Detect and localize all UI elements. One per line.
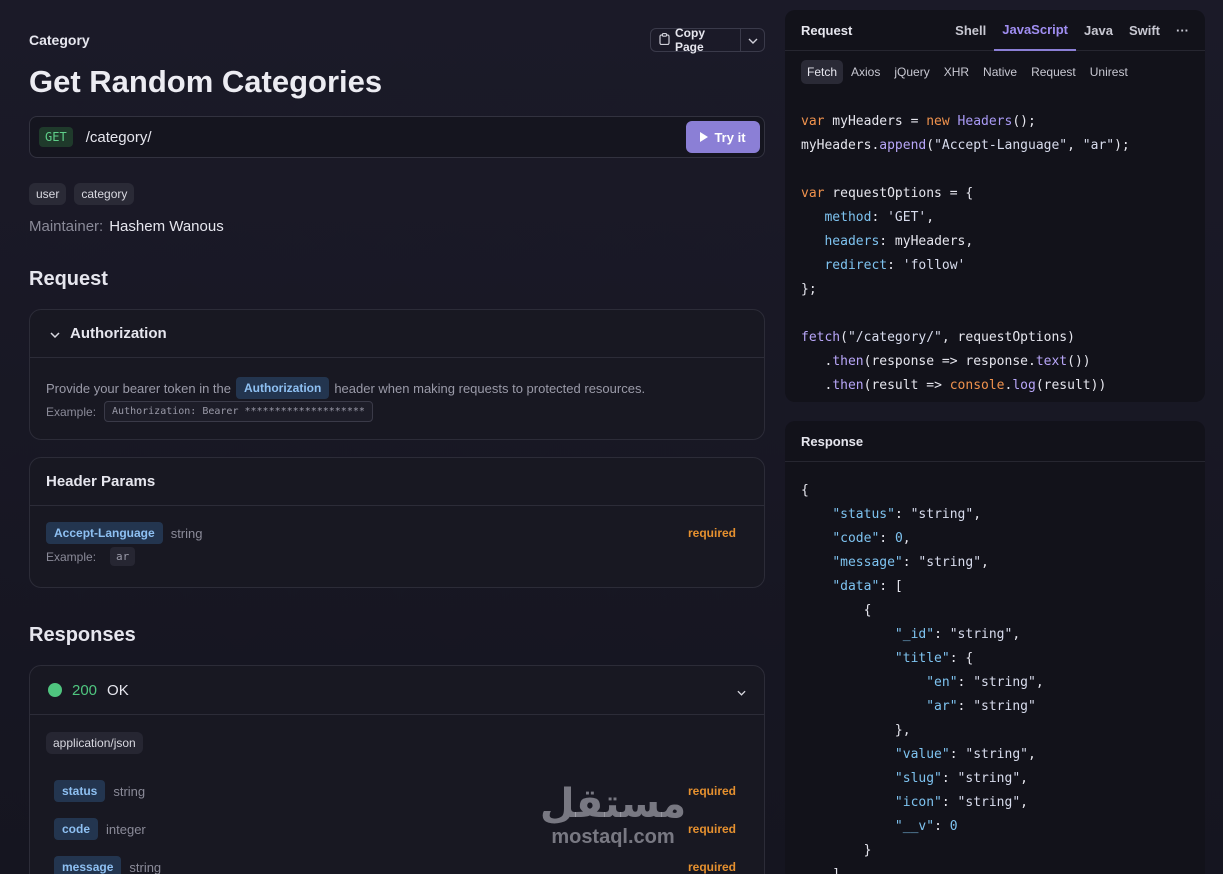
tab-java[interactable]: Java <box>1076 10 1121 51</box>
copy-page-button[interactable]: Copy Page <box>650 26 765 54</box>
param-example: Example: ar <box>46 547 136 566</box>
authorization-header[interactable]: Authorization <box>30 310 764 358</box>
request-code-snippet: var myHeaders = new Headers(); myHeaders… <box>801 114 1130 393</box>
tab-javascript[interactable]: JavaScript <box>994 10 1077 51</box>
required-badge: required <box>687 860 736 874</box>
chevron-down-icon <box>50 325 60 342</box>
play-icon <box>700 130 709 145</box>
copy-page-dropdown[interactable] <box>741 29 764 51</box>
field-type: string <box>113 783 146 799</box>
category-label: Category <box>29 32 90 48</box>
request-section-title: Request <box>29 268 108 290</box>
more-icon[interactable]: ··· <box>1168 10 1197 51</box>
request-code-panel: Request Shell JavaScript Java Swift ··· … <box>785 10 1205 402</box>
watermark-latin: mostaql.com <box>551 826 675 848</box>
endpoint-bar: GET /category/ Try it <box>29 116 765 158</box>
field-name: message <box>54 856 122 874</box>
lib-tab-native[interactable]: Native <box>977 60 1023 84</box>
chevron-down-icon <box>737 683 746 700</box>
lib-tab-request[interactable]: Request <box>1025 60 1082 84</box>
code-sidebar: Request Shell JavaScript Java Swift ··· … <box>785 0 1205 874</box>
authorization-description: Provide your bearer token in the Authori… <box>46 377 645 399</box>
response-json-example: { "status": "string", "code": 0, "messag… <box>801 483 1044 874</box>
authorization-card: Authorization Provide your bearer token … <box>29 309 765 440</box>
lib-tab-jquery[interactable]: jQuery <box>888 60 935 84</box>
param-example-value: ar <box>110 547 136 566</box>
param-type: string <box>170 525 203 541</box>
content-type-chip[interactable]: application/json <box>46 732 143 754</box>
response-panel-header: Response <box>785 421 1205 462</box>
endpoint-path: /category/ <box>85 128 152 146</box>
copy-page-label: Copy Page <box>675 26 705 54</box>
response-field-row: message string required <box>54 856 736 874</box>
tag-user[interactable]: user <box>29 183 67 205</box>
responses-section-title: Responses <box>29 624 136 646</box>
language-tabs: Shell JavaScript Java Swift ··· <box>947 10 1197 51</box>
field-type: string <box>129 859 162 874</box>
field-name: status <box>54 780 106 802</box>
response-panel-title: Response <box>801 433 864 449</box>
header-params-title: Header Params <box>30 458 764 506</box>
maintainer: Maintainer: Hashem Wanous <box>29 218 224 235</box>
chevron-down-icon <box>748 33 758 47</box>
library-tabs: Fetch Axios jQuery XHR Native Request Un… <box>801 60 1205 84</box>
method-badge: GET <box>39 127 73 147</box>
tag-category[interactable]: category <box>74 183 135 205</box>
lib-tab-fetch[interactable]: Fetch <box>801 60 844 84</box>
response-example-panel: Response { "status": "string", "code": 0… <box>785 421 1205 874</box>
header-params-card: Header Params Accept-Language string req… <box>29 457 765 588</box>
authorization-title: Authorization <box>70 325 167 342</box>
tab-swift[interactable]: Swift <box>1121 10 1168 51</box>
field-name: code <box>54 818 99 840</box>
tag-list: user category <box>29 183 135 205</box>
clipboard-icon <box>659 32 670 48</box>
lib-tab-unirest[interactable]: Unirest <box>1084 60 1134 84</box>
maintainer-label: Maintainer: <box>29 218 104 235</box>
try-it-button[interactable]: Try it <box>686 121 760 153</box>
response-200-header[interactable]: 200 OK <box>30 666 764 715</box>
mostaql-watermark: مستقل mostaql.com <box>538 782 688 848</box>
auth-desc-after: header when making requests to protected… <box>334 380 646 396</box>
request-panel-title: Request <box>801 22 853 38</box>
lib-tab-axios[interactable]: Axios <box>845 60 886 84</box>
authorization-example: Example: Authorization: Bearer *********… <box>46 401 373 422</box>
try-it-label: Try it <box>714 129 746 145</box>
example-label: Example: <box>46 404 97 419</box>
status-dot-icon <box>48 683 62 697</box>
tab-shell[interactable]: Shell <box>947 10 994 51</box>
example-label: Example: <box>46 549 97 564</box>
required-badge: required <box>687 784 736 798</box>
required-badge: required <box>687 526 736 540</box>
maintainer-name: Hashem Wanous <box>109 218 224 235</box>
page-title: Get Random Categories <box>29 64 383 99</box>
authorization-example-value: Authorization: Bearer ******************… <box>104 401 373 422</box>
param-row: Accept-Language string required <box>46 522 736 544</box>
field-type: integer <box>106 821 146 837</box>
docs-main: Category Copy Page Get Random Categories… <box>29 0 765 874</box>
status-code: 200 <box>72 681 98 699</box>
request-panel-header: Request Shell JavaScript Java Swift ··· <box>785 10 1205 51</box>
required-badge: required <box>687 822 736 836</box>
param-name: Accept-Language <box>46 522 163 544</box>
watermark-arabic: مستقل <box>539 781 687 827</box>
authorization-chip: Authorization <box>236 377 330 399</box>
copy-page-main[interactable]: Copy Page <box>651 26 742 54</box>
lib-tab-xhr[interactable]: XHR <box>938 60 975 84</box>
status-text: OK <box>107 681 129 699</box>
auth-desc-before: Provide your bearer token in the <box>46 380 231 396</box>
